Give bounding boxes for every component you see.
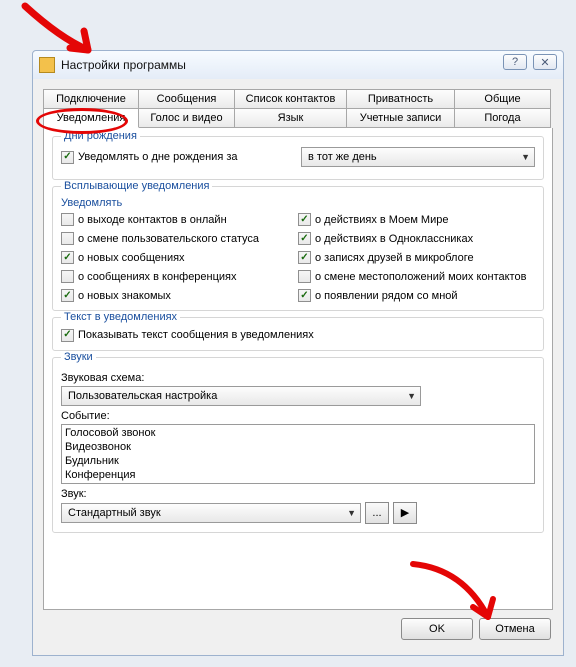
- group-popups: Всплывающие уведомления Уведомлять о вых…: [52, 186, 544, 311]
- chk-online[interactable]: о выходе контактов в онлайн: [61, 213, 298, 226]
- listbox-events[interactable]: Голосовой звонок Видеозвонок Будильник К…: [61, 424, 535, 484]
- checkbox-icon: [298, 270, 311, 283]
- chk-birthday[interactable]: Уведомлять о дне рождения за: [61, 151, 301, 164]
- chk-odnoklassniki[interactable]: о действиях в Одноклассниках: [298, 232, 535, 245]
- list-item[interactable]: Будильник: [63, 454, 533, 468]
- select-sound-scheme[interactable]: Пользовательская настройка ▼: [61, 386, 421, 406]
- group-birthdays-label: Дни рождения: [61, 130, 140, 142]
- chk-new-contacts[interactable]: о новых знакомых: [61, 289, 298, 302]
- tab-notifications[interactable]: Уведомления: [43, 108, 139, 128]
- group-notif-text: Текст в уведомлениях Показывать текст со…: [52, 317, 544, 351]
- help-button[interactable]: ?: [503, 54, 527, 70]
- list-item[interactable]: Конференция: [63, 468, 533, 482]
- chk-show-text-label: Показывать текст сообщения в уведомления…: [78, 329, 314, 341]
- checkbox-icon: [61, 251, 74, 264]
- group-popups-label: Всплывающие уведомления: [61, 180, 212, 192]
- chk-birthday-label: Уведомлять о дне рождения за: [78, 151, 238, 163]
- group-sounds: Звуки Звуковая схема: Пользовательская н…: [52, 357, 544, 533]
- checkbox-icon: [298, 232, 311, 245]
- tab-voice-video[interactable]: Голос и видео: [139, 108, 235, 128]
- chk-nearby[interactable]: о появлении рядом со мной: [298, 289, 535, 302]
- select-sound[interactable]: Стандартный звук ▼: [61, 503, 361, 523]
- chk-new-contacts-label: о новых знакомых: [78, 290, 171, 302]
- settings-window: Настройки программы ? ✕ Подключение Сооб…: [32, 50, 564, 656]
- tab-general[interactable]: Общие: [455, 89, 551, 109]
- chevron-down-icon: ▼: [347, 508, 356, 518]
- window-title: Настройки программы: [61, 58, 186, 72]
- select-birthday-value: в тот же день: [308, 151, 377, 163]
- chk-nearby-label: о появлении рядом со мной: [315, 290, 458, 302]
- tab-privacy[interactable]: Приватность: [347, 89, 455, 109]
- browse-sound-button[interactable]: ...: [365, 502, 389, 524]
- list-item[interactable]: Голосовой звонок: [63, 426, 533, 440]
- group-sounds-label: Звуки: [61, 351, 96, 363]
- footer: OK Отмена: [33, 610, 563, 648]
- chk-my-world-label: о действиях в Моем Мире: [315, 214, 448, 226]
- chk-conf-messages-label: о сообщениях в конференциях: [78, 271, 237, 283]
- tab-connection[interactable]: Подключение: [43, 89, 139, 109]
- chk-new-messages[interactable]: о новых сообщениях: [61, 251, 298, 264]
- chk-microblog-label: о записях друзей в микроблоге: [315, 252, 474, 264]
- tab-messages[interactable]: Сообщения: [139, 89, 235, 109]
- group-notif-text-label: Текст в уведомлениях: [61, 311, 180, 323]
- checkbox-icon: [298, 213, 311, 226]
- chk-status-change[interactable]: о смене пользовательского статуса: [61, 232, 298, 245]
- select-sound-value: Стандартный звук: [68, 507, 161, 519]
- checkbox-icon: [298, 289, 311, 302]
- chk-conf-messages[interactable]: о сообщениях в конференциях: [61, 270, 298, 283]
- chk-location-change-label: о смене местоположений моих контактов: [315, 271, 526, 283]
- select-birthday-when[interactable]: в тот же день ▼: [301, 147, 535, 167]
- checkbox-icon: [61, 270, 74, 283]
- tab-language[interactable]: Язык: [235, 108, 347, 128]
- sound-label: Звук:: [61, 488, 535, 500]
- group-birthdays: Дни рождения Уведомлять о дне рождения з…: [52, 136, 544, 180]
- chk-odnoklassniki-label: о действиях в Одноклассниках: [315, 233, 473, 245]
- chk-status-change-label: о смене пользовательского статуса: [78, 233, 259, 245]
- popups-subtitle: Уведомлять: [61, 197, 535, 209]
- checkbox-icon: [61, 289, 74, 302]
- checkbox-icon: [61, 213, 74, 226]
- chevron-down-icon: ▼: [407, 391, 416, 401]
- event-label: Событие:: [61, 410, 535, 422]
- chk-show-text[interactable]: Показывать текст сообщения в уведомления…: [61, 329, 314, 342]
- scheme-label: Звуковая схема:: [61, 372, 535, 384]
- ok-button[interactable]: OK: [401, 618, 473, 640]
- chk-new-messages-label: о новых сообщениях: [78, 252, 185, 264]
- checkbox-icon: [61, 232, 74, 245]
- tab-weather[interactable]: Погода: [455, 108, 551, 128]
- checkbox-icon: [298, 251, 311, 264]
- chk-online-label: о выходе контактов в онлайн: [78, 214, 227, 226]
- checkbox-icon: [61, 329, 74, 342]
- play-sound-button[interactable]: ▶: [393, 502, 417, 524]
- chk-microblog[interactable]: о записях друзей в микроблоге: [298, 251, 535, 264]
- app-icon: [39, 57, 55, 73]
- titlebar: Настройки программы ? ✕: [33, 51, 563, 79]
- select-scheme-value: Пользовательская настройка: [68, 390, 217, 402]
- checkbox-icon: [61, 151, 74, 164]
- tab-contact-list[interactable]: Список контактов: [235, 89, 347, 109]
- chevron-down-icon: ▼: [521, 152, 530, 162]
- tab-panel: Дни рождения Уведомлять о дне рождения з…: [43, 128, 553, 610]
- cancel-button[interactable]: Отмена: [479, 618, 551, 640]
- list-item[interactable]: Видеозвонок: [63, 440, 533, 454]
- tab-accounts[interactable]: Учетные записи: [347, 108, 455, 128]
- close-window-button[interactable]: ✕: [533, 54, 557, 70]
- chk-location-change[interactable]: о смене местоположений моих контактов: [298, 270, 535, 283]
- chk-my-world[interactable]: о действиях в Моем Мире: [298, 213, 535, 226]
